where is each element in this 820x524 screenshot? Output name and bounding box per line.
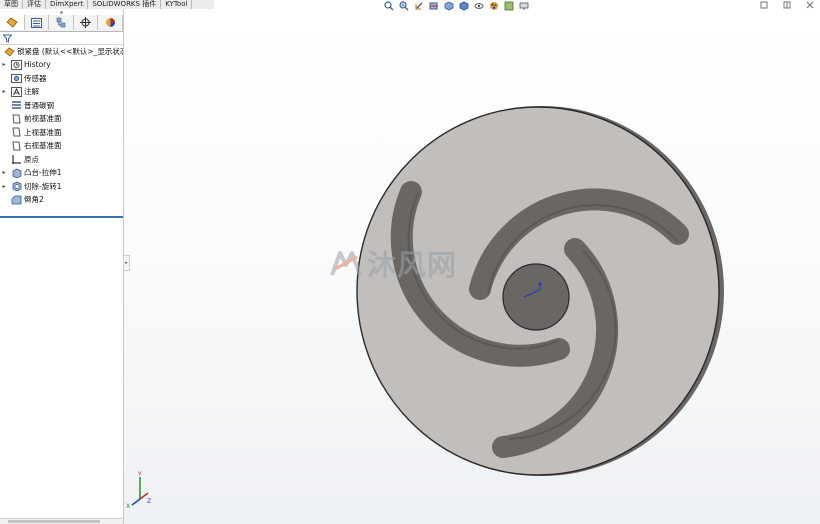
part-model[interactable]: [124, 9, 820, 524]
configurationmanager-tab[interactable]: [49, 15, 74, 30]
tree-item-label: 倒角2: [24, 195, 44, 205]
tree-item-label: 切除-旋转1: [24, 181, 62, 191]
history-icon: [11, 59, 22, 70]
watermark-text: 沐风网: [367, 248, 458, 282]
display-manager-tab[interactable]: [98, 15, 123, 30]
expand-arrow-icon[interactable]: ▸: [0, 183, 8, 190]
tree-item-label: 传感器: [24, 73, 47, 83]
plane-icon: [11, 127, 22, 138]
annotation-icon: [11, 86, 22, 97]
tree-root-label: 锁紧盘 (默认<<默认>_显示状态: [17, 47, 123, 56]
plane-icon: [11, 113, 22, 124]
expand-arrow-icon[interactable]: ▸: [0, 169, 8, 176]
extrude-icon: [11, 167, 22, 178]
scene-icon[interactable]: [503, 1, 514, 12]
graphics-area[interactable]: 沐风网 Y X Z: [124, 9, 820, 524]
tree-item[interactable]: 上视基准面: [0, 126, 123, 140]
tree-item-label: 注解: [24, 87, 39, 97]
material-icon: [11, 100, 22, 111]
tree-item[interactable]: 前视基准面: [0, 112, 123, 126]
tree-item[interactable]: ▸ 切除-旋转1: [0, 180, 123, 194]
tree-item[interactable]: ▸ History: [0, 58, 123, 72]
watermark-logo-icon: [330, 251, 362, 276]
tree-item-label: 右视基准面: [24, 141, 62, 151]
hide-show-icon[interactable]: [473, 1, 484, 12]
origin-icon: [11, 154, 22, 165]
tree-item-label: 普通碳钢: [24, 100, 54, 110]
triad-y-label: Y: [137, 471, 142, 478]
tab-sketch[interactable]: 草图: [0, 0, 23, 9]
propertymanager-tab[interactable]: [25, 15, 50, 30]
expand-arrow-icon[interactable]: ▸: [0, 88, 8, 95]
sensor-icon: [11, 73, 22, 84]
filter-icon[interactable]: [3, 34, 12, 43]
feature-manager-panel: 锁紧盘 (默认<<默认>_显示状态 ▸ History 传感器 ▸ 注解普通碳钢前视基准…: [0, 9, 124, 524]
tab-solidworks-addins[interactable]: SOLIDWORKS 插件: [88, 0, 162, 9]
tree-item-label: History: [24, 60, 51, 70]
previous-view-icon[interactable]: [413, 1, 424, 12]
triad-x-label: X: [126, 503, 130, 509]
close-icon[interactable]: [805, 0, 814, 9]
tree-item-label: 凸台-拉伸1: [24, 168, 62, 178]
rollback-bar[interactable]: [0, 216, 123, 218]
zoom-area-icon[interactable]: [398, 1, 409, 12]
tree-item-label: 原点: [24, 154, 39, 164]
tab-kytool[interactable]: KYTool: [161, 0, 193, 9]
tree-filter[interactable]: [0, 32, 123, 45]
display-settings-icon[interactable]: [518, 1, 529, 12]
revolve-cut-icon: [11, 181, 22, 192]
window-controls: [759, 0, 814, 10]
display-style-icon[interactable]: [458, 1, 469, 12]
chamfer-icon: [11, 194, 22, 205]
tree-item-label: 上视基准面: [24, 127, 62, 137]
tree-item[interactable]: 普通碳钢: [0, 99, 123, 113]
triad-z-label: Z: [147, 498, 151, 505]
panel-collapse-button[interactable]: ▸: [123, 255, 130, 271]
reference-triad: Y X Z: [126, 471, 151, 509]
scrollbar-thumb[interactable]: [8, 520, 100, 523]
dimxpert-tab[interactable]: [74, 15, 99, 30]
zoom-to-fit-icon[interactable]: [383, 1, 394, 12]
horizontal-scrollbar[interactable]: [0, 518, 123, 524]
tree-item-label: 前视基准面: [24, 114, 62, 124]
heads-up-view-toolbar: [383, 0, 529, 12]
feature-tree: ▸ History 传感器 ▸ 注解普通碳钢前视基准面上视基准面右视基准面原点 ▸ 凸台-拉…: [0, 58, 123, 207]
appearance-icon[interactable]: [488, 1, 499, 12]
tree-item[interactable]: 原点: [0, 153, 123, 167]
tile-icon[interactable]: [782, 0, 791, 9]
restore-icon[interactable]: [759, 0, 768, 9]
manager-tabs: [0, 15, 123, 32]
featuremanager-tab[interactable]: [0, 15, 25, 30]
view-orientation-icon[interactable]: [443, 1, 454, 12]
part-icon: [4, 46, 15, 57]
tree-item[interactable]: ▸ 注解: [0, 85, 123, 99]
section-view-icon[interactable]: [428, 1, 439, 12]
tree-item[interactable]: 右视基准面: [0, 139, 123, 153]
plane-icon: [11, 140, 22, 151]
expand-arrow-icon[interactable]: ▸: [0, 61, 8, 68]
tab-dimxpert[interactable]: DimXpert: [46, 0, 89, 9]
tab-evaluate[interactable]: 评估: [23, 0, 46, 9]
watermark: 沐风网: [329, 242, 457, 284]
tree-item[interactable]: 传感器: [0, 72, 123, 86]
tree-root-part[interactable]: 锁紧盘 (默认<<默认>_显示状态: [0, 45, 123, 58]
tree-item[interactable]: 倒角2: [0, 193, 123, 207]
tree-item[interactable]: ▸ 凸台-拉伸1: [0, 166, 123, 180]
